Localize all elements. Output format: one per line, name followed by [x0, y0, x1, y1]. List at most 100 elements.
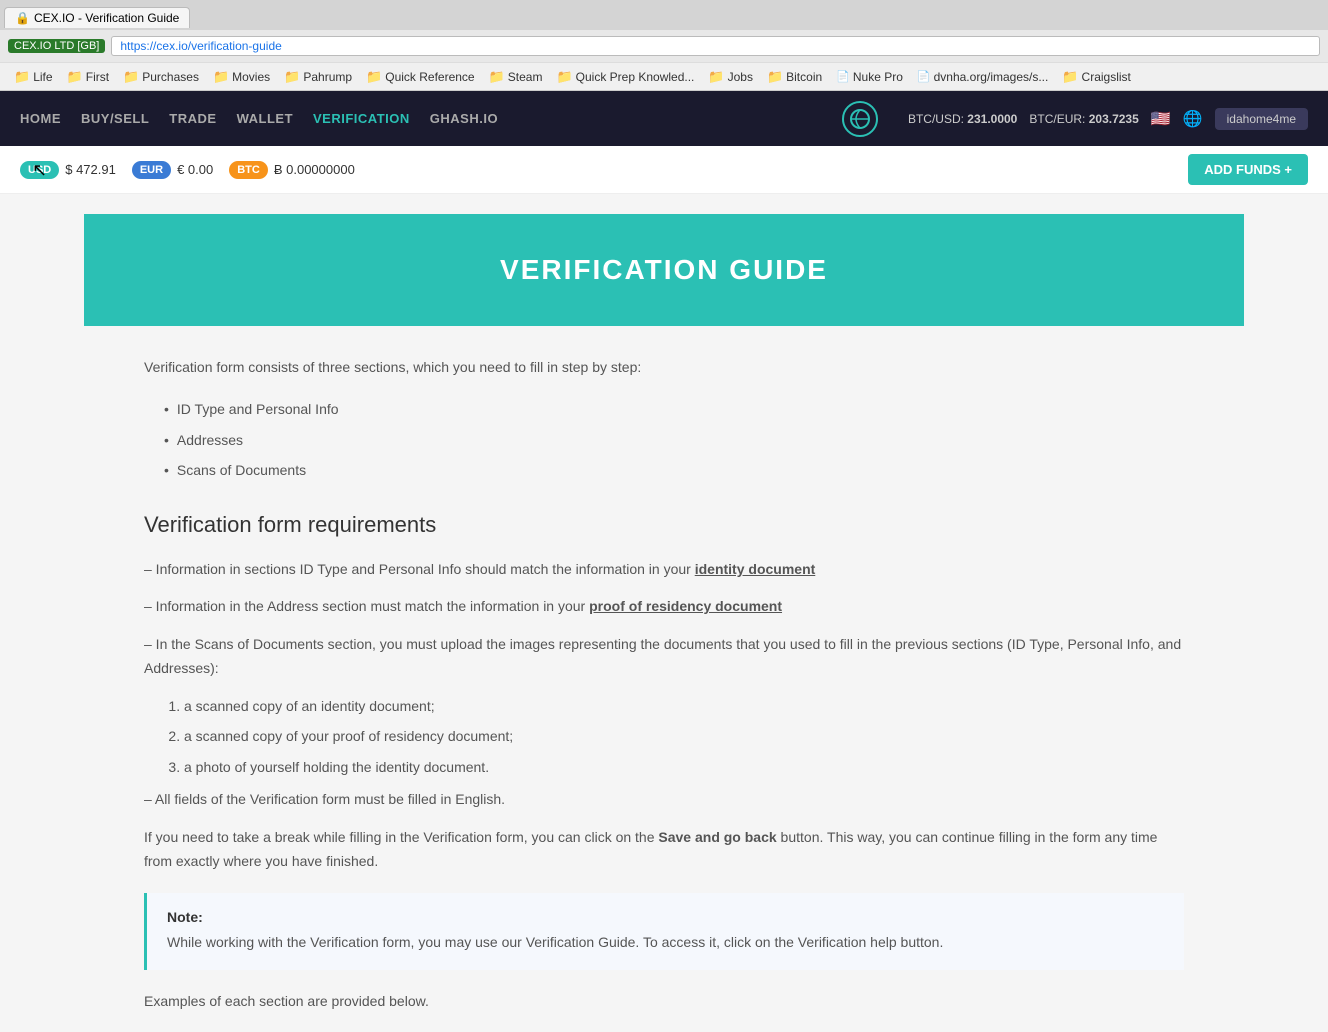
folder-icon: 📁 — [284, 69, 300, 85]
btc-balance: BTC Ƀ 0.00000000 — [229, 161, 355, 179]
site-header: HOME BUY/SELL TRADE WALLET VERIFICATION … — [0, 91, 1328, 146]
bookmark-item[interactable]: 📁Life — [8, 67, 59, 87]
hero-title: VERIFICATION GUIDE — [124, 254, 1204, 286]
bookmark-label: Nuke Pro — [853, 70, 903, 84]
list-item: a scanned copy of your proof of residenc… — [184, 725, 1184, 747]
folder-icon: 📁 — [123, 69, 139, 85]
globe-icon: 🌐 — [1183, 109, 1203, 129]
btc-eur-label: BTC/EUR: 203.7235 — [1029, 112, 1138, 126]
list-item: a scanned copy of an identity document; — [184, 695, 1184, 717]
req2: – Information in the Address section mus… — [144, 595, 1184, 619]
bookmark-label: Life — [33, 70, 52, 84]
btc-badge: BTC — [229, 161, 268, 179]
bookmark-label: First — [86, 70, 109, 84]
folder-icon: 📁 — [708, 69, 724, 85]
bookmarks-bar: 📁Life📁First📁Purchases📁Movies📁Pahrump📁Qui… — [0, 62, 1328, 90]
examples-text: Examples of each section are provided be… — [144, 990, 1184, 1012]
numbered-list: a scanned copy of an identity document; … — [184, 695, 1184, 778]
bookmark-item[interactable]: 📁Purchases — [117, 67, 205, 87]
req1: – Information in sections ID Type and Pe… — [144, 558, 1184, 582]
bookmark-item[interactable]: 📁 Jobs — [702, 67, 759, 87]
browser-tab[interactable]: 🔒 CEX.IO - Verification Guide — [4, 7, 190, 28]
header-right: BTC/USD: 231.0000 BTC/EUR: 203.7235 🇺🇸 🌐… — [908, 108, 1308, 130]
list-item: Scans of Documents — [164, 459, 1184, 481]
folder-icon: 📁 — [767, 69, 783, 85]
browser-chrome: 🔒 CEX.IO - Verification Guide CEX.IO LTD… — [0, 0, 1328, 91]
bookmark-item[interactable]: 📁 Quick Prep Knowled... — [550, 67, 700, 87]
bookmark-label: Purchases — [142, 70, 199, 84]
bookmark-item[interactable]: 📁First — [61, 67, 116, 87]
nav-trade[interactable]: TRADE — [169, 111, 216, 126]
bookmark-item[interactable]: 📁Bitcoin — [761, 67, 828, 87]
bookmark-label: Steam — [508, 70, 543, 84]
list-item: a photo of yourself holding the identity… — [184, 756, 1184, 778]
bookmark-item[interactable]: 📄Nuke Pro — [830, 68, 909, 86]
bookmark-label: Movies — [232, 70, 270, 84]
nav-verification[interactable]: VERIFICATION — [313, 111, 410, 126]
eur-balance: EUR € 0.00 — [132, 161, 213, 179]
btc-amount: Ƀ 0.00000000 — [274, 162, 355, 177]
nav-buysell[interactable]: BUY/SELL — [81, 111, 149, 126]
bookmark-label: Bitcoin — [786, 70, 822, 84]
main-nav: HOME BUY/SELL TRADE WALLET VERIFICATION … — [20, 111, 812, 126]
bookmark-item[interactable]: 📁 Craigslist — [1056, 67, 1137, 87]
list-item: ID Type and Personal Info — [164, 398, 1184, 420]
eur-badge: EUR — [132, 161, 171, 179]
folder-icon: 📁 — [366, 69, 382, 85]
usd-badge: USD — [20, 161, 59, 179]
bookmark-label: Craigslist — [1082, 70, 1131, 84]
address-url[interactable]: https://cex.io/verification-guide — [111, 36, 1320, 56]
user-menu[interactable]: idahome4me — [1215, 108, 1308, 130]
bookmark-label: Jobs — [728, 70, 753, 84]
logo-icon — [842, 101, 878, 137]
save-para: If you need to take a break while fillin… — [144, 826, 1184, 874]
tab-label: CEX.IO - Verification Guide — [34, 11, 179, 25]
usd-amount: $ 472.91 — [65, 162, 116, 177]
list-item: Addresses — [164, 429, 1184, 451]
requirements-title: Verification form requirements — [144, 512, 1184, 538]
bookmark-item[interactable]: 📁Steam — [483, 67, 549, 87]
req3: – In the Scans of Documents section, you… — [144, 633, 1184, 681]
flag-icon: 🇺🇸 — [1151, 109, 1171, 129]
nav-wallet[interactable]: WALLET — [237, 111, 293, 126]
usd-balance: USD $ 472.91 — [20, 161, 116, 179]
page-icon: 📄 — [917, 70, 931, 83]
site-security-badge: CEX.IO LTD [GB] — [8, 39, 105, 53]
address-bar: CEX.IO LTD [GB] https://cex.io/verificat… — [0, 30, 1328, 62]
note-title: Note: — [167, 909, 1164, 925]
folder-icon: 📁 — [489, 69, 505, 85]
nav-home[interactable]: HOME — [20, 111, 61, 126]
note-box: Note: While working with the Verificatio… — [144, 893, 1184, 969]
bookmark-label: Pahrump — [303, 70, 352, 84]
note-text: While working with the Verification form… — [167, 931, 1164, 953]
eur-amount: € 0.00 — [177, 162, 213, 177]
nav-ghash[interactable]: GHASH.IO — [430, 111, 498, 126]
site-logo — [842, 101, 878, 137]
folder-icon: 📁 — [67, 69, 83, 85]
folder-icon: 📁 — [213, 69, 229, 85]
folder-icon: 📁 — [1062, 69, 1078, 85]
btc-usd-label: BTC/USD: 231.0000 — [908, 112, 1017, 126]
bookmark-item[interactable]: 📁Movies — [207, 67, 276, 87]
bookmark-label: Quick Prep Knowled... — [576, 70, 695, 84]
btc-eur-value: 203.7235 — [1089, 112, 1139, 126]
tab-favicon: 🔒 — [15, 11, 30, 25]
bookmark-item[interactable]: 📁Quick Reference — [360, 67, 481, 87]
hero-banner: VERIFICATION GUIDE — [84, 214, 1244, 326]
bookmark-item[interactable]: 📁Pahrump — [278, 67, 358, 87]
browser-tabs: 🔒 CEX.IO - Verification Guide — [0, 0, 1328, 30]
btc-usd-value: 231.0000 — [967, 112, 1017, 126]
page-icon: 📄 — [836, 70, 850, 83]
sections-list: ID Type and Personal Info Addresses Scan… — [164, 398, 1184, 481]
main-content: VERIFICATION GUIDE Verification form con… — [64, 194, 1264, 1032]
bookmark-item[interactable]: 📄dvnha.org/images/s... — [911, 68, 1054, 86]
balance-bar: USD $ 472.91 EUR € 0.00 BTC Ƀ 0.00000000… — [0, 146, 1328, 194]
folder-icon: 📁 — [556, 69, 572, 85]
bookmark-label: dvnha.org/images/s... — [934, 70, 1049, 84]
content-area: Verification form consists of three sect… — [84, 356, 1244, 1012]
req4: – All fields of the Verification form mu… — [144, 788, 1184, 812]
folder-icon: 📁 — [14, 69, 30, 85]
intro-text: Verification form consists of three sect… — [144, 356, 1184, 378]
add-funds-button[interactable]: ADD FUNDS + — [1188, 154, 1308, 185]
bookmark-label: Quick Reference — [385, 70, 474, 84]
